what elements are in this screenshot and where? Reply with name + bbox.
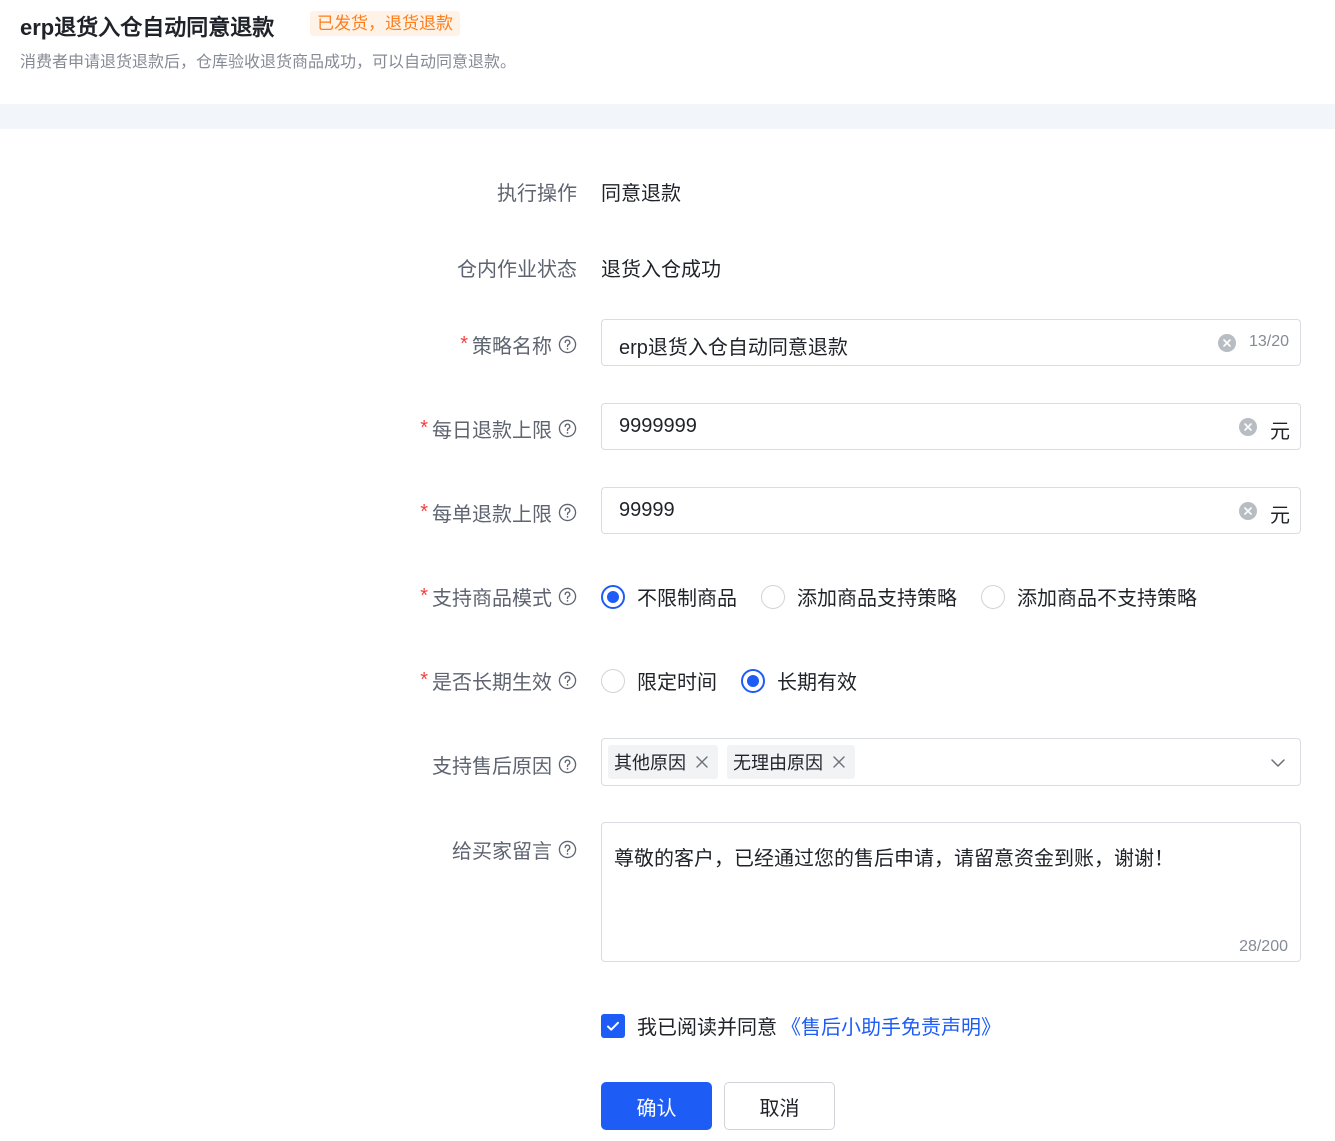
- status-badge: 已发货，退货退款: [310, 11, 460, 36]
- action-value: 同意退款: [601, 183, 681, 205]
- warehouse-status-value: 退货入仓成功: [601, 259, 721, 281]
- page-header: erp退货入仓自动同意退款 已发货，退货退款 消费者申请退货退款后，仓库验收退货…: [0, 0, 1335, 104]
- reasons-label: 支持售后原因: [432, 750, 577, 779]
- radio-indicator[interactable]: [761, 584, 785, 609]
- question-circle-icon[interactable]: [558, 503, 577, 522]
- reasons-multiselect[interactable]: 其他原因 无理由原因: [601, 738, 1301, 786]
- strategy-name-input[interactable]: erp退货入仓自动同意退款 13/20: [601, 319, 1301, 366]
- question-circle-icon[interactable]: [558, 419, 577, 438]
- strategy-name-label: * 策略名称: [460, 330, 577, 359]
- long-term-label: * 是否长期生效: [420, 666, 577, 695]
- radio-add-products-support[interactable]: 添加商品支持策略: [761, 582, 957, 611]
- agreement-row: 我已阅读并同意 《售后小助手免责声明》: [601, 1011, 1001, 1040]
- long-term-radio-group: 限定时间 长期有效: [601, 666, 881, 695]
- message-textarea[interactable]: 尊敬的客户，已经通过您的售后申请，请留意资金到账，谢谢！ 28/200: [601, 822, 1301, 962]
- page-title: erp退货入仓自动同意退款: [20, 15, 275, 40]
- close-icon[interactable]: [831, 754, 847, 770]
- required-mark: *: [460, 333, 468, 355]
- question-circle-icon[interactable]: [558, 671, 577, 690]
- radio-indicator[interactable]: [741, 668, 765, 693]
- agreement-checkbox[interactable]: [601, 1013, 625, 1038]
- daily-limit-label: * 每日退款上限: [420, 414, 577, 443]
- order-limit-label: * 每单退款上限: [420, 498, 577, 527]
- clear-icon[interactable]: [1217, 333, 1237, 353]
- unit-suffix: 元: [1270, 421, 1290, 443]
- action-label: 执行操作: [497, 183, 577, 205]
- question-circle-icon[interactable]: [558, 840, 577, 859]
- char-counter: 13/20: [1248, 333, 1289, 350]
- cancel-button[interactable]: 取消: [724, 1082, 835, 1130]
- radio-unlimited-products[interactable]: 不限制商品: [601, 582, 737, 611]
- radio-long-term[interactable]: 长期有效: [741, 666, 857, 695]
- char-counter: 28/200: [1239, 938, 1288, 955]
- close-icon[interactable]: [694, 754, 710, 770]
- reason-tag: 无理由原因: [727, 745, 855, 779]
- daily-limit-input[interactable]: 9999999 元: [601, 403, 1301, 450]
- radio-indicator[interactable]: [981, 584, 1005, 609]
- radio-add-products-exclude[interactable]: 添加商品不支持策略: [981, 582, 1197, 611]
- radio-limited-time[interactable]: 限定时间: [601, 666, 717, 695]
- confirm-button[interactable]: 确认: [601, 1082, 712, 1130]
- product-mode-radio-group: 不限制商品 添加商品支持策略 添加商品不支持策略: [601, 582, 1221, 611]
- order-limit-input[interactable]: 99999 元: [601, 487, 1301, 534]
- clear-icon[interactable]: [1238, 417, 1258, 437]
- unit-suffix: 元: [1270, 505, 1290, 527]
- question-circle-icon[interactable]: [558, 335, 577, 354]
- radio-indicator[interactable]: [601, 668, 625, 693]
- section-divider: [0, 104, 1335, 129]
- reason-tag: 其他原因: [608, 745, 718, 779]
- question-circle-icon[interactable]: [558, 755, 577, 774]
- required-mark: *: [420, 585, 428, 607]
- chevron-down-icon[interactable]: [1270, 755, 1286, 771]
- message-label: 给买家留言: [452, 835, 577, 864]
- question-circle-icon[interactable]: [558, 587, 577, 606]
- disclaimer-link[interactable]: 《售后小助手免责声明》: [781, 1011, 1001, 1040]
- product-mode-label: * 支持商品模式: [420, 582, 577, 611]
- page-subtitle: 消费者申请退货退款后，仓库验收退货商品成功，可以自动同意退款。: [20, 54, 517, 71]
- required-mark: *: [420, 501, 428, 523]
- clear-icon[interactable]: [1238, 501, 1258, 521]
- radio-indicator[interactable]: [601, 584, 625, 609]
- required-mark: *: [420, 669, 428, 691]
- check-icon: [607, 1021, 619, 1031]
- warehouse-status-label: 仓内作业状态: [457, 259, 577, 281]
- required-mark: *: [420, 417, 428, 439]
